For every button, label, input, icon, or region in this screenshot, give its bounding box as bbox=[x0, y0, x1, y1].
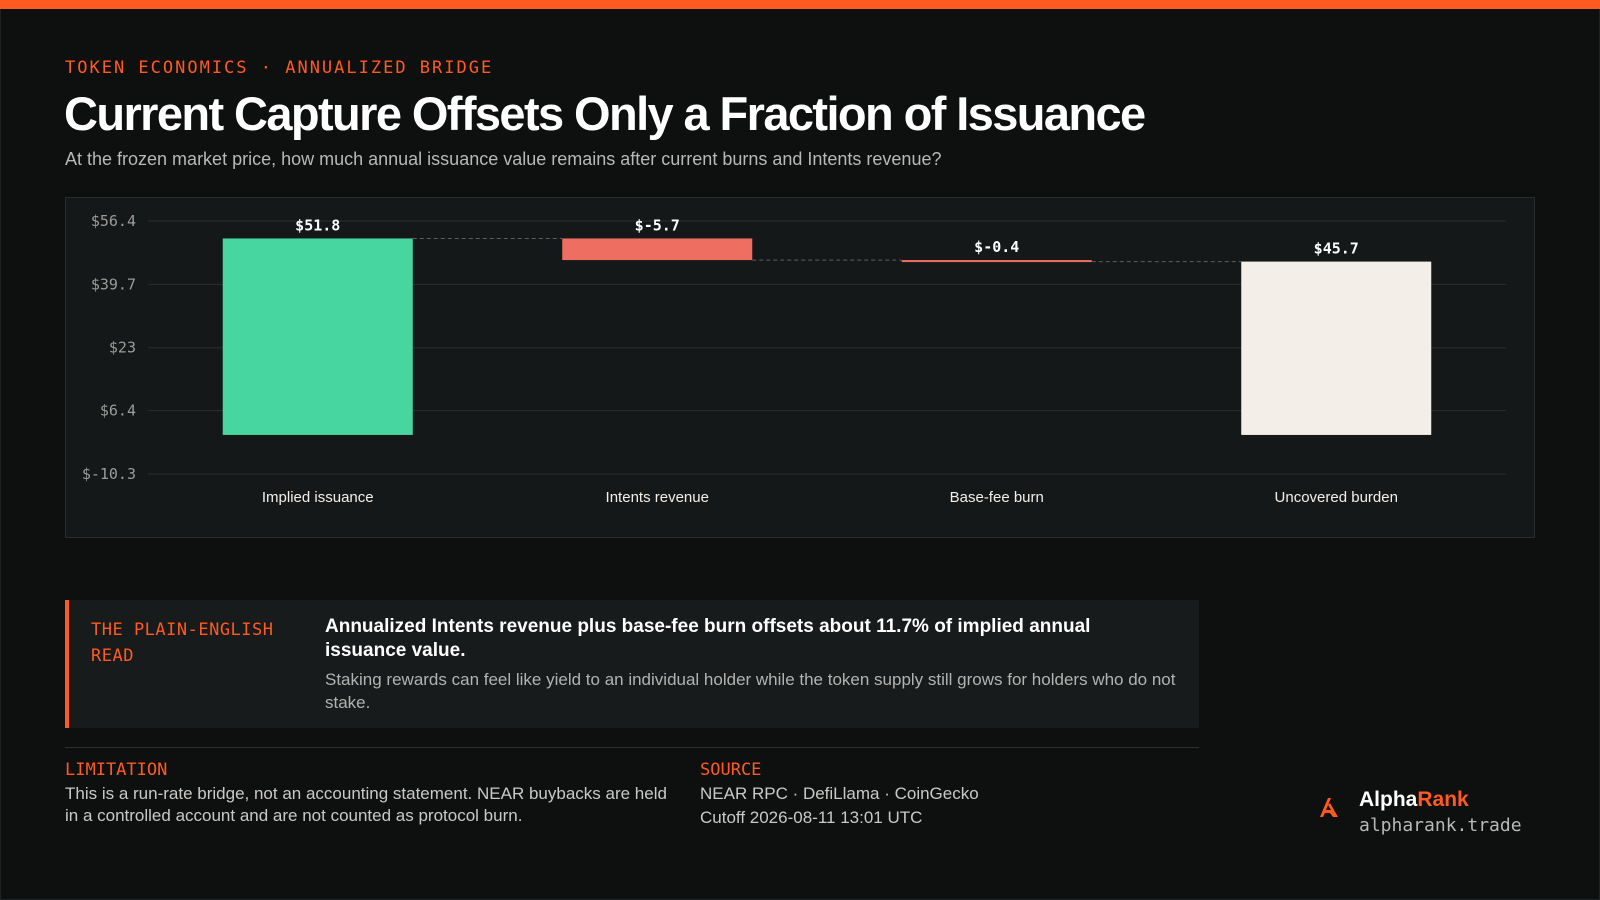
y-tick-label: $6.4 bbox=[100, 402, 136, 420]
bar bbox=[1241, 261, 1432, 435]
limitation-text: This is a run-rate bridge, not an accoun… bbox=[65, 784, 667, 825]
source-label: SOURCE bbox=[700, 760, 762, 780]
brand-name-part1: Alpha bbox=[1359, 788, 1418, 811]
brand-name: AlphaRank bbox=[1359, 788, 1469, 812]
callout-headline: Annualized Intents revenue plus base-fee… bbox=[325, 616, 1091, 661]
page-title: Current Capture Offsets Only a Fraction … bbox=[64, 87, 1146, 140]
limitation-label: LIMITATION bbox=[65, 760, 168, 780]
data-label: $-5.7 bbox=[635, 216, 680, 234]
bar bbox=[562, 238, 753, 261]
callout-label: THE PLAIN-ENGLISH READ bbox=[91, 620, 274, 666]
source-line-1: NEAR RPC · DefiLlama · CoinGecko bbox=[700, 784, 979, 803]
x-category-label: Uncovered burden bbox=[1275, 489, 1398, 506]
x-category-label: Base-fee burn bbox=[950, 489, 1044, 506]
y-tick-label: $-10.3 bbox=[82, 465, 136, 483]
footer-divider bbox=[65, 747, 1199, 748]
alpharank-logo-icon bbox=[1320, 798, 1338, 817]
callout-body: Staking rewards can feel like yield to a… bbox=[325, 670, 1176, 712]
bar bbox=[901, 260, 1092, 263]
plain-english-callout: THE PLAIN-ENGLISH READ Annualized Intent… bbox=[65, 600, 1199, 728]
source-line-2: Cutoff 2026-08-11 13:01 UTC bbox=[700, 808, 923, 827]
x-category-label: Intents revenue bbox=[606, 489, 709, 506]
data-label: $51.8 bbox=[295, 216, 340, 234]
page-subtitle: At the frozen market price, how much ann… bbox=[65, 149, 942, 169]
kicker: TOKEN ECONOMICS · ANNUALIZED BRIDGE bbox=[65, 58, 494, 78]
y-tick-label: $39.7 bbox=[91, 275, 136, 293]
top-accent-bar bbox=[0, 0, 1600, 9]
brand-name-part2: Rank bbox=[1417, 788, 1469, 811]
data-label: $-0.4 bbox=[974, 238, 1019, 256]
y-tick-label: $23 bbox=[109, 339, 136, 357]
data-label: $45.7 bbox=[1314, 240, 1359, 258]
brand-url: alpharank.trade bbox=[1359, 815, 1522, 836]
x-category-label: Implied issuance bbox=[262, 489, 374, 506]
bar bbox=[222, 238, 413, 435]
waterfall-chart: $56.4 $39.7 $23 $6.4 $-10.3 $51.8 Implied issu… bbox=[82, 212, 1506, 506]
chart-panel: $56.4 $39.7 $23 $6.4 $-10.3 $51.8 Implied issu… bbox=[65, 197, 1535, 538]
y-tick-label: $56.4 bbox=[91, 212, 136, 230]
